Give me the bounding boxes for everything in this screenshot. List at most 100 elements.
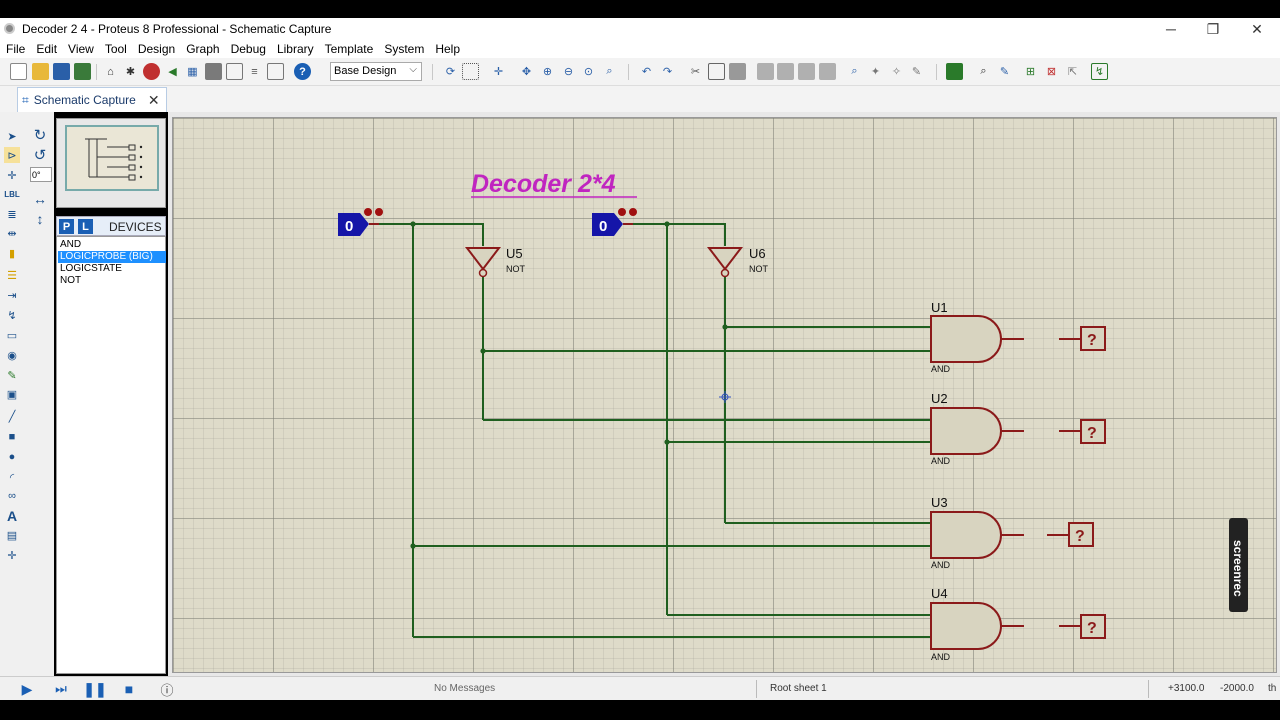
menu-template[interactable]: Template (325, 42, 374, 56)
menu-file[interactable]: File (6, 42, 25, 56)
restore-button[interactable]: ❐ (1192, 18, 1234, 40)
zoom-area-icon[interactable]: ⌕ (601, 63, 618, 80)
packaging-icon[interactable]: ✧ (888, 63, 905, 80)
logic-probe-1[interactable]: ? (1059, 326, 1106, 351)
info-icon[interactable]: ⓘ (158, 681, 176, 698)
block-copy-icon[interactable] (757, 63, 774, 80)
pick-devices-button[interactable]: P (59, 219, 74, 234)
exit-parent-icon[interactable]: ⇱ (1064, 63, 1081, 80)
menu-view[interactable]: View (68, 42, 94, 56)
circle-icon[interactable]: ● (4, 449, 20, 465)
generator-icon[interactable]: ◉ (4, 347, 20, 363)
zoom-out-icon[interactable]: ⊖ (560, 63, 577, 80)
close-button[interactable]: ✕ (1236, 18, 1278, 40)
zoom-all-icon[interactable]: ⊙ (580, 63, 597, 80)
zoom-in-icon[interactable]: ⊕ (539, 63, 556, 80)
and-gate-u3[interactable]: U3 AND (930, 495, 1024, 570)
pick-device-icon[interactable]: ⌕ (846, 63, 863, 80)
menu-design[interactable]: Design (138, 42, 175, 56)
and-gate-u1[interactable]: U1 AND (930, 300, 1024, 374)
pause-icon[interactable]: ❚❚ (83, 681, 106, 697)
chip-icon[interactable] (143, 63, 160, 80)
redo-icon[interactable]: ↷ (659, 63, 676, 80)
minimize-button[interactable]: ─ (1150, 18, 1192, 40)
device-pins-icon[interactable]: ⇥ (4, 287, 20, 303)
logic-probe-2[interactable]: ? (1059, 419, 1106, 444)
variant-select[interactable]: Base Design ⌵ (330, 62, 422, 81)
voltage-probe-icon[interactable]: ✎ (4, 367, 20, 383)
list-item[interactable]: LOGICPROBE (BIG) (58, 251, 166, 263)
and-gate-u4[interactable]: U4 AND (930, 586, 1024, 662)
remove-sheet-icon[interactable]: ⊠ (1043, 63, 1060, 80)
wire-label-icon[interactable]: LBL (4, 186, 20, 202)
home-icon[interactable]: ⌂ (102, 63, 119, 80)
schematic-svg[interactable]: Decoder 2*4 0 0 U5 NOT U6 NOT U1 AND U2 … (173, 118, 1278, 674)
pcb-icon[interactable]: ▦ (184, 63, 201, 80)
stop-icon[interactable]: ■ (120, 681, 138, 697)
menu-edit[interactable]: Edit (36, 42, 57, 56)
arc-icon[interactable]: ◜ (4, 469, 20, 485)
back-icon[interactable]: ◀ (164, 63, 181, 80)
origin-icon[interactable]: ✛ (490, 63, 507, 80)
notes-icon[interactable]: ≡ (246, 63, 263, 80)
menu-debug[interactable]: Debug (231, 42, 266, 56)
grid-icon[interactable] (462, 63, 479, 80)
terminals-icon[interactable]: ☰ (4, 267, 20, 283)
report-icon[interactable] (267, 63, 284, 80)
list-item[interactable]: LOGICSTATE (58, 263, 166, 275)
play-icon[interactable]: ▶ (18, 681, 36, 697)
step-icon[interactable]: ⏭ (52, 681, 70, 697)
marker-icon[interactable]: ✛ (4, 547, 20, 563)
pan-icon[interactable]: ✥ (518, 63, 535, 80)
decompose-icon[interactable]: ✎ (908, 63, 925, 80)
gallery-icon[interactable] (205, 63, 222, 80)
undo-icon[interactable]: ↶ (638, 63, 655, 80)
box-icon[interactable]: ■ (4, 429, 20, 445)
symbol-icon[interactable]: ▤ (4, 527, 20, 543)
paste-icon[interactable] (729, 63, 746, 80)
menu-help[interactable]: Help (435, 42, 460, 56)
make-device-icon[interactable]: ✦ (867, 63, 884, 80)
graph-icon[interactable]: ↯ (4, 307, 20, 323)
menu-graph[interactable]: Graph (186, 42, 219, 56)
text-script-icon[interactable]: ≣ (4, 206, 20, 222)
search-icon[interactable]: ⌕ (975, 63, 992, 80)
inverter-u5[interactable]: U5 NOT (464, 246, 526, 278)
netlist-icon[interactable]: ↯ (1091, 63, 1108, 80)
bom-icon[interactable] (226, 63, 243, 80)
block-delete-icon[interactable] (819, 63, 836, 80)
block-rotate-icon[interactable] (798, 63, 815, 80)
wire-autoroute-icon[interactable] (946, 63, 963, 80)
list-item[interactable]: AND (58, 239, 166, 251)
save-icon[interactable] (53, 63, 70, 80)
rotate-ccw-icon[interactable]: ↺ (32, 147, 48, 164)
block-move-icon[interactable] (777, 63, 794, 80)
inverter-u6[interactable]: U6 NOT (706, 246, 769, 278)
logic-probe-4[interactable]: ? (1059, 614, 1106, 639)
logicstate-b[interactable]: 0 (592, 208, 637, 236)
rotate-cw-icon[interactable]: ↻ (32, 127, 48, 144)
buses-icon[interactable]: ⇹ (4, 225, 20, 241)
schematic-canvas[interactable]: Decoder 2*4 0 0 U5 NOT U6 NOT U1 AND U2 … (172, 117, 1277, 673)
junction-dot-icon[interactable]: ✛ (4, 167, 20, 183)
new-sheet-icon[interactable]: ⊞ (1022, 63, 1039, 80)
import-icon[interactable] (74, 63, 91, 80)
library-manager-button[interactable]: L (78, 219, 93, 234)
messages-text[interactable]: No Messages (434, 683, 495, 694)
open-folder-icon[interactable] (32, 63, 49, 80)
tape-recorder-icon[interactable]: ▭ (4, 327, 20, 343)
menu-system[interactable]: System (384, 42, 424, 56)
mirror-y-icon[interactable]: ↕ (32, 211, 48, 227)
component-mode-icon[interactable]: ⊳ (4, 147, 20, 163)
refresh-icon[interactable]: ⟳ (442, 63, 459, 80)
path-icon[interactable]: ∞ (4, 488, 20, 504)
mirror-x-icon[interactable]: ↔ (32, 191, 48, 207)
component-icon[interactable]: ✱ (122, 63, 139, 80)
virtual-instruments-icon[interactable]: ▣ (4, 386, 20, 402)
cut-icon[interactable]: ✂ (687, 63, 704, 80)
logic-probe-3[interactable]: ? (1047, 522, 1094, 547)
overview-window[interactable] (56, 118, 166, 208)
menu-library[interactable]: Library (277, 42, 314, 56)
copy-icon[interactable] (708, 63, 725, 80)
tab-close-icon[interactable]: ✕ (148, 92, 160, 109)
